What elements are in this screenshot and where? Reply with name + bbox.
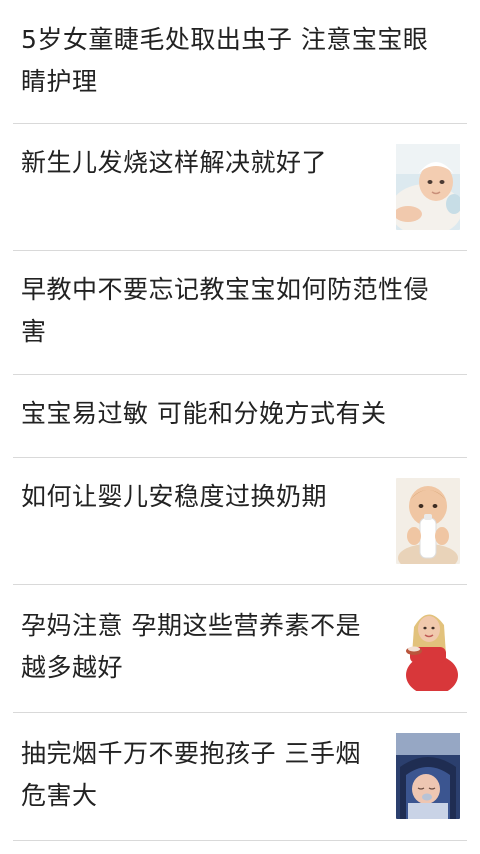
news-title: 抽完烟千万不要抱孩子 三手烟危害大: [21, 739, 361, 810]
news-title: 新生儿发烧这样解决就好了: [21, 148, 328, 177]
news-thumbnail: [396, 733, 460, 819]
news-thumbnail: [396, 605, 460, 691]
news-item-6[interactable]: 孕妈注意 孕期这些营养素不是越多越好: [0, 585, 480, 713]
news-title: 5岁女童睫毛处取出虫子 注意宝宝眼睛护理: [21, 25, 429, 96]
news-thumbnail: [396, 144, 460, 230]
pregnant-woman-eating-image: [396, 605, 460, 691]
news-feed: 5岁女童睫毛处取出虫子 注意宝宝眼睛护理 新生儿发烧这样解决就好了 早教中不要忘…: [0, 0, 480, 854]
news-item-1[interactable]: 5岁女童睫毛处取出虫子 注意宝宝眼睛护理: [0, 0, 480, 124]
news-thumbnail: [396, 478, 460, 564]
news-item-3[interactable]: 早教中不要忘记教宝宝如何防范性侵害: [0, 251, 480, 375]
news-item-7[interactable]: 抽完烟千万不要抱孩子 三手烟危害大: [0, 713, 480, 841]
news-title: 如何让婴儿安稳度过换奶期: [21, 482, 328, 511]
baby-in-blanket-image: [396, 144, 460, 230]
news-title: 宝宝易过敏 可能和分娩方式有关: [21, 399, 387, 428]
baby-with-milk-bottle-image: [396, 478, 460, 564]
news-item-4[interactable]: 宝宝易过敏 可能和分娩方式有关: [0, 375, 480, 458]
sleeping-baby-in-car-seat-image: [396, 733, 460, 819]
news-item-2[interactable]: 新生儿发烧这样解决就好了: [0, 124, 480, 251]
news-title: 孕妈注意 孕期这些营养素不是越多越好: [21, 611, 361, 682]
news-item-5[interactable]: 如何让婴儿安稳度过换奶期: [0, 458, 480, 585]
divider: [13, 840, 467, 841]
news-title: 早教中不要忘记教宝宝如何防范性侵害: [21, 275, 430, 346]
